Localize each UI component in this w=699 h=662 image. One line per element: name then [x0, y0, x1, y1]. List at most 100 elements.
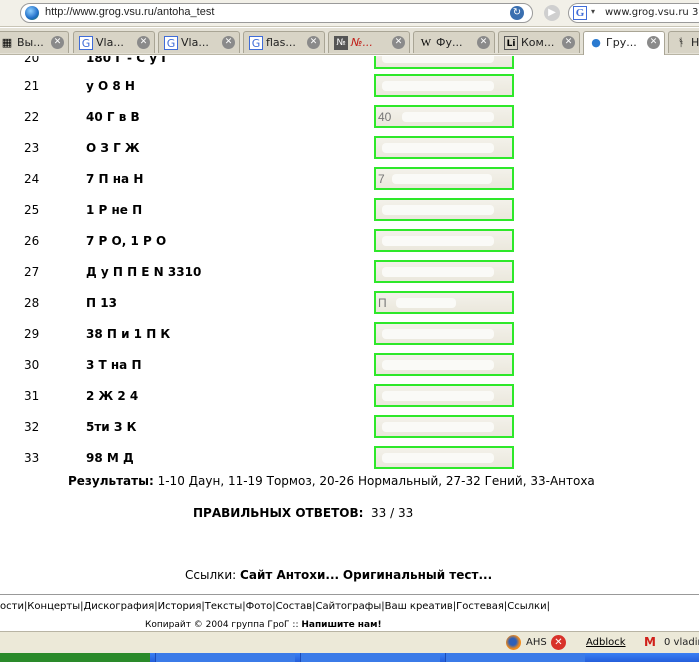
write-us-link[interactable]: Напишите нам!: [301, 620, 381, 630]
links-label: Ссылки:: [185, 568, 237, 582]
answer-input[interactable]: [374, 353, 514, 376]
answer-value[interactable]: П: [378, 296, 387, 310]
question-number: 29: [24, 327, 40, 341]
footer-nav[interactable]: ости|Концерты|Дискография|История|Тексты…: [0, 601, 550, 612]
close-icon[interactable]: ✕: [137, 36, 150, 49]
divider: [0, 594, 699, 595]
taskbar-item[interactable]: [300, 653, 440, 662]
search-input[interactable]: www.grog.vsu.ru 3: [605, 7, 698, 18]
quiz-row: 28 П 13 П: [0, 288, 699, 319]
number-icon: №: [334, 36, 348, 50]
gmail-icon[interactable]: M: [644, 635, 656, 649]
wikipedia-icon: W: [420, 37, 432, 49]
question-text: Д у П П E N 3310: [86, 265, 202, 279]
tab-2[interactable]: G Vla... ✕: [73, 31, 155, 53]
browser-toolbar: http://www.grog.vsu.ru/antoha_test ↻ ▶ G…: [0, 0, 699, 27]
close-icon[interactable]: ✕: [392, 36, 405, 49]
link-original-test[interactable]: Оригинальный тест...: [343, 568, 492, 582]
taskbar: [0, 653, 699, 662]
answer-input[interactable]: 7: [374, 167, 514, 190]
taskbar-item[interactable]: [155, 653, 295, 662]
search-bar[interactable]: G ▾ www.grog.vsu.ru 3: [568, 3, 699, 23]
tab-label[interactable]: Vla...: [181, 36, 209, 49]
link-anton-site[interactable]: Сайт Антохи...: [240, 568, 339, 582]
answer-input[interactable]: [374, 74, 514, 97]
gmail-count[interactable]: 0 vladin: [664, 637, 699, 648]
results-line: Результаты: 1-10 Даун, 11-19 Тормоз, 20-…: [68, 474, 595, 488]
question-text: П 13: [86, 296, 117, 310]
tab-3[interactable]: G Vla... ✕: [158, 31, 240, 53]
close-icon[interactable]: ✕: [222, 36, 235, 49]
answer-input[interactable]: [374, 415, 514, 438]
question-text: 1 Р не П: [86, 203, 143, 217]
quiz-row: 33 98 М Д: [0, 443, 699, 474]
question-number: 31: [24, 389, 40, 403]
answer-input[interactable]: [374, 260, 514, 283]
correct-answers: ПРАВИЛЬНЫХ ОТВЕТОВ: 33 / 33: [193, 506, 413, 520]
stop-icon[interactable]: ✕: [551, 635, 566, 650]
tab-label[interactable]: Vla...: [96, 36, 124, 49]
question-text: 2 Ж 2 4: [86, 389, 139, 403]
question-number: 20: [24, 56, 40, 65]
quiz-row: 29 38 П и 1 П К: [0, 319, 699, 350]
answer-value[interactable]: 40: [378, 110, 391, 124]
ahs-label[interactable]: AHS: [526, 637, 547, 648]
answer-value[interactable]: 7: [378, 172, 385, 186]
tab-label[interactable]: №...: [351, 36, 373, 49]
firefox-icon[interactable]: [506, 635, 521, 650]
google-icon[interactable]: G: [573, 6, 587, 20]
tab-5[interactable]: № №... ✕: [328, 31, 410, 53]
question-text: 180 Г - С у Г: [86, 56, 169, 65]
start-button[interactable]: [0, 653, 150, 662]
question-text: 40 Г в В: [86, 110, 140, 124]
address-text[interactable]: http://www.grog.vsu.ru/antoha_test: [45, 6, 214, 18]
copyright: Копирайт © 2004 группа ГроГ :: Напишите …: [145, 620, 382, 630]
close-icon[interactable]: ✕: [647, 36, 660, 49]
answer-input[interactable]: П: [374, 291, 514, 314]
question-text: 7 П на Н: [86, 172, 144, 186]
close-icon[interactable]: ✕: [307, 36, 320, 49]
close-icon[interactable]: ✕: [51, 36, 64, 49]
tab-1[interactable]: ▦ Вы... ✕: [0, 31, 69, 53]
answer-input[interactable]: [374, 198, 514, 221]
google-icon: G: [79, 36, 93, 50]
tab-9[interactable]: ᚬ Н: [668, 31, 699, 53]
dropdown-arrow-icon[interactable]: ▾: [591, 7, 595, 16]
tab-8-active[interactable]: ● Гру... ✕: [583, 31, 665, 55]
close-icon[interactable]: ✕: [477, 36, 490, 49]
answer-input[interactable]: [374, 56, 514, 69]
tab-label[interactable]: Гру...: [606, 36, 637, 49]
globe-icon: [25, 6, 39, 20]
answer-input[interactable]: 40: [374, 105, 514, 128]
tab-label[interactable]: Вы...: [17, 36, 44, 49]
go-arrow-icon[interactable]: ▶: [544, 5, 560, 21]
address-bar[interactable]: http://www.grog.vsu.ru/antoha_test ↻: [20, 3, 533, 23]
question-number: 25: [24, 203, 40, 217]
tab-7[interactable]: Li Ком... ✕: [498, 31, 580, 53]
quiz-row: 27 Д у П П E N 3310: [0, 257, 699, 288]
results-text: 1-10 Даун, 11-19 Тормоз, 20-26 Нормальны…: [157, 474, 595, 488]
quiz-row: 25 1 Р не П: [0, 195, 699, 226]
answer-input[interactable]: [374, 229, 514, 252]
refresh-icon[interactable]: ↻: [510, 6, 524, 20]
question-number: 24: [24, 172, 40, 186]
adblock-link[interactable]: Adblock: [586, 637, 626, 648]
tab-4[interactable]: G flas... ✕: [243, 31, 325, 53]
close-icon[interactable]: ✕: [562, 36, 575, 49]
quiz-row: 24 7 П на Н 7: [0, 164, 699, 195]
taskbar-item[interactable]: [445, 653, 585, 662]
answer-input[interactable]: [374, 136, 514, 159]
tab-label[interactable]: Фу...: [436, 36, 462, 49]
tab-6[interactable]: W Фу... ✕: [413, 31, 495, 53]
quiz-row: 21 у О 8 Н: [0, 71, 699, 102]
tab-label[interactable]: flas...: [266, 36, 296, 49]
answer-input[interactable]: [374, 384, 514, 407]
tab-label[interactable]: Ком...: [521, 36, 554, 49]
correct-label: ПРАВИЛЬНЫХ ОТВЕТОВ:: [193, 506, 364, 520]
tab-bar: ▦ Вы... ✕ G Vla... ✕ G Vla... ✕ G flas..…: [0, 28, 699, 55]
quiz-row: 31 2 Ж 2 4: [0, 381, 699, 412]
answer-input[interactable]: [374, 322, 514, 345]
question-number: 26: [24, 234, 40, 248]
tab-label[interactable]: Н: [691, 36, 699, 49]
answer-input[interactable]: [374, 446, 514, 469]
